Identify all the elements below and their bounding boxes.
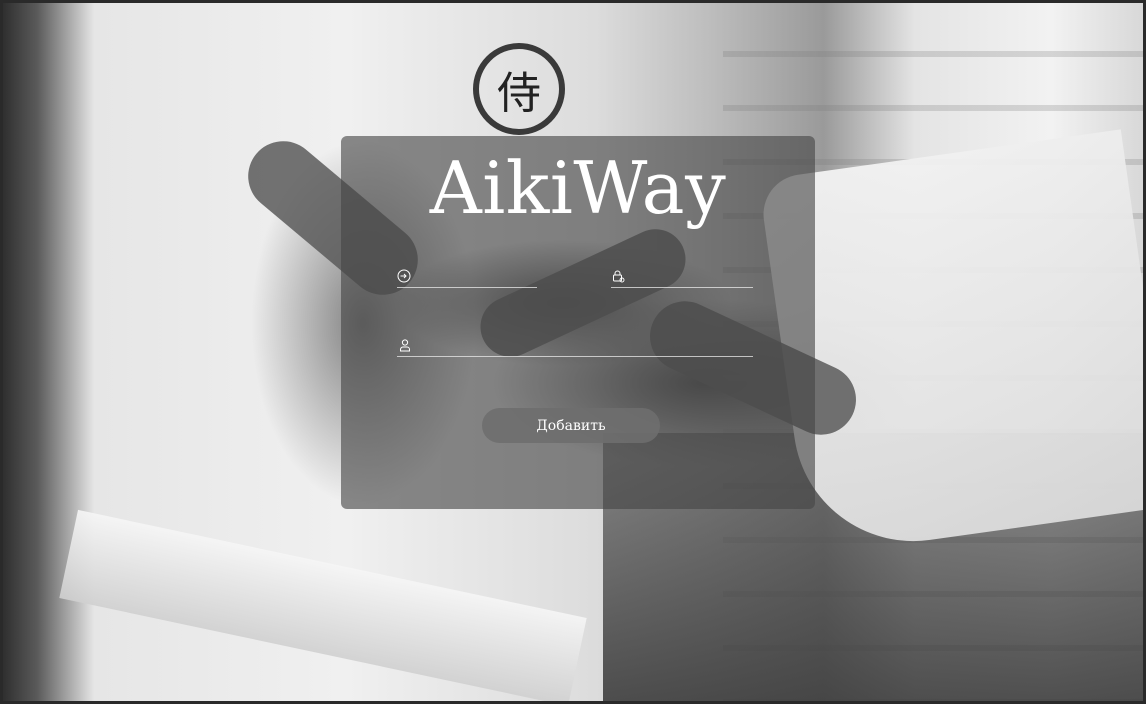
user-icon [397,337,413,353]
name-input[interactable] [413,335,753,355]
background-sleeve [758,129,1143,557]
app-title: AikiWay [429,146,727,230]
name-field[interactable] [397,334,753,357]
password-field[interactable] [611,265,803,288]
password-input[interactable] [625,266,803,286]
sign-in-icon [397,268,411,284]
login-input[interactable] [411,266,589,286]
login-field[interactable] [397,265,589,288]
registration-card: AikiWay Добавить [341,136,815,509]
add-button[interactable]: Добавить [482,408,660,443]
lock-icon [611,268,625,284]
background-emblem: 侍 [473,43,565,135]
app-window: 侍 AikiWay Добавить [0,0,1146,704]
